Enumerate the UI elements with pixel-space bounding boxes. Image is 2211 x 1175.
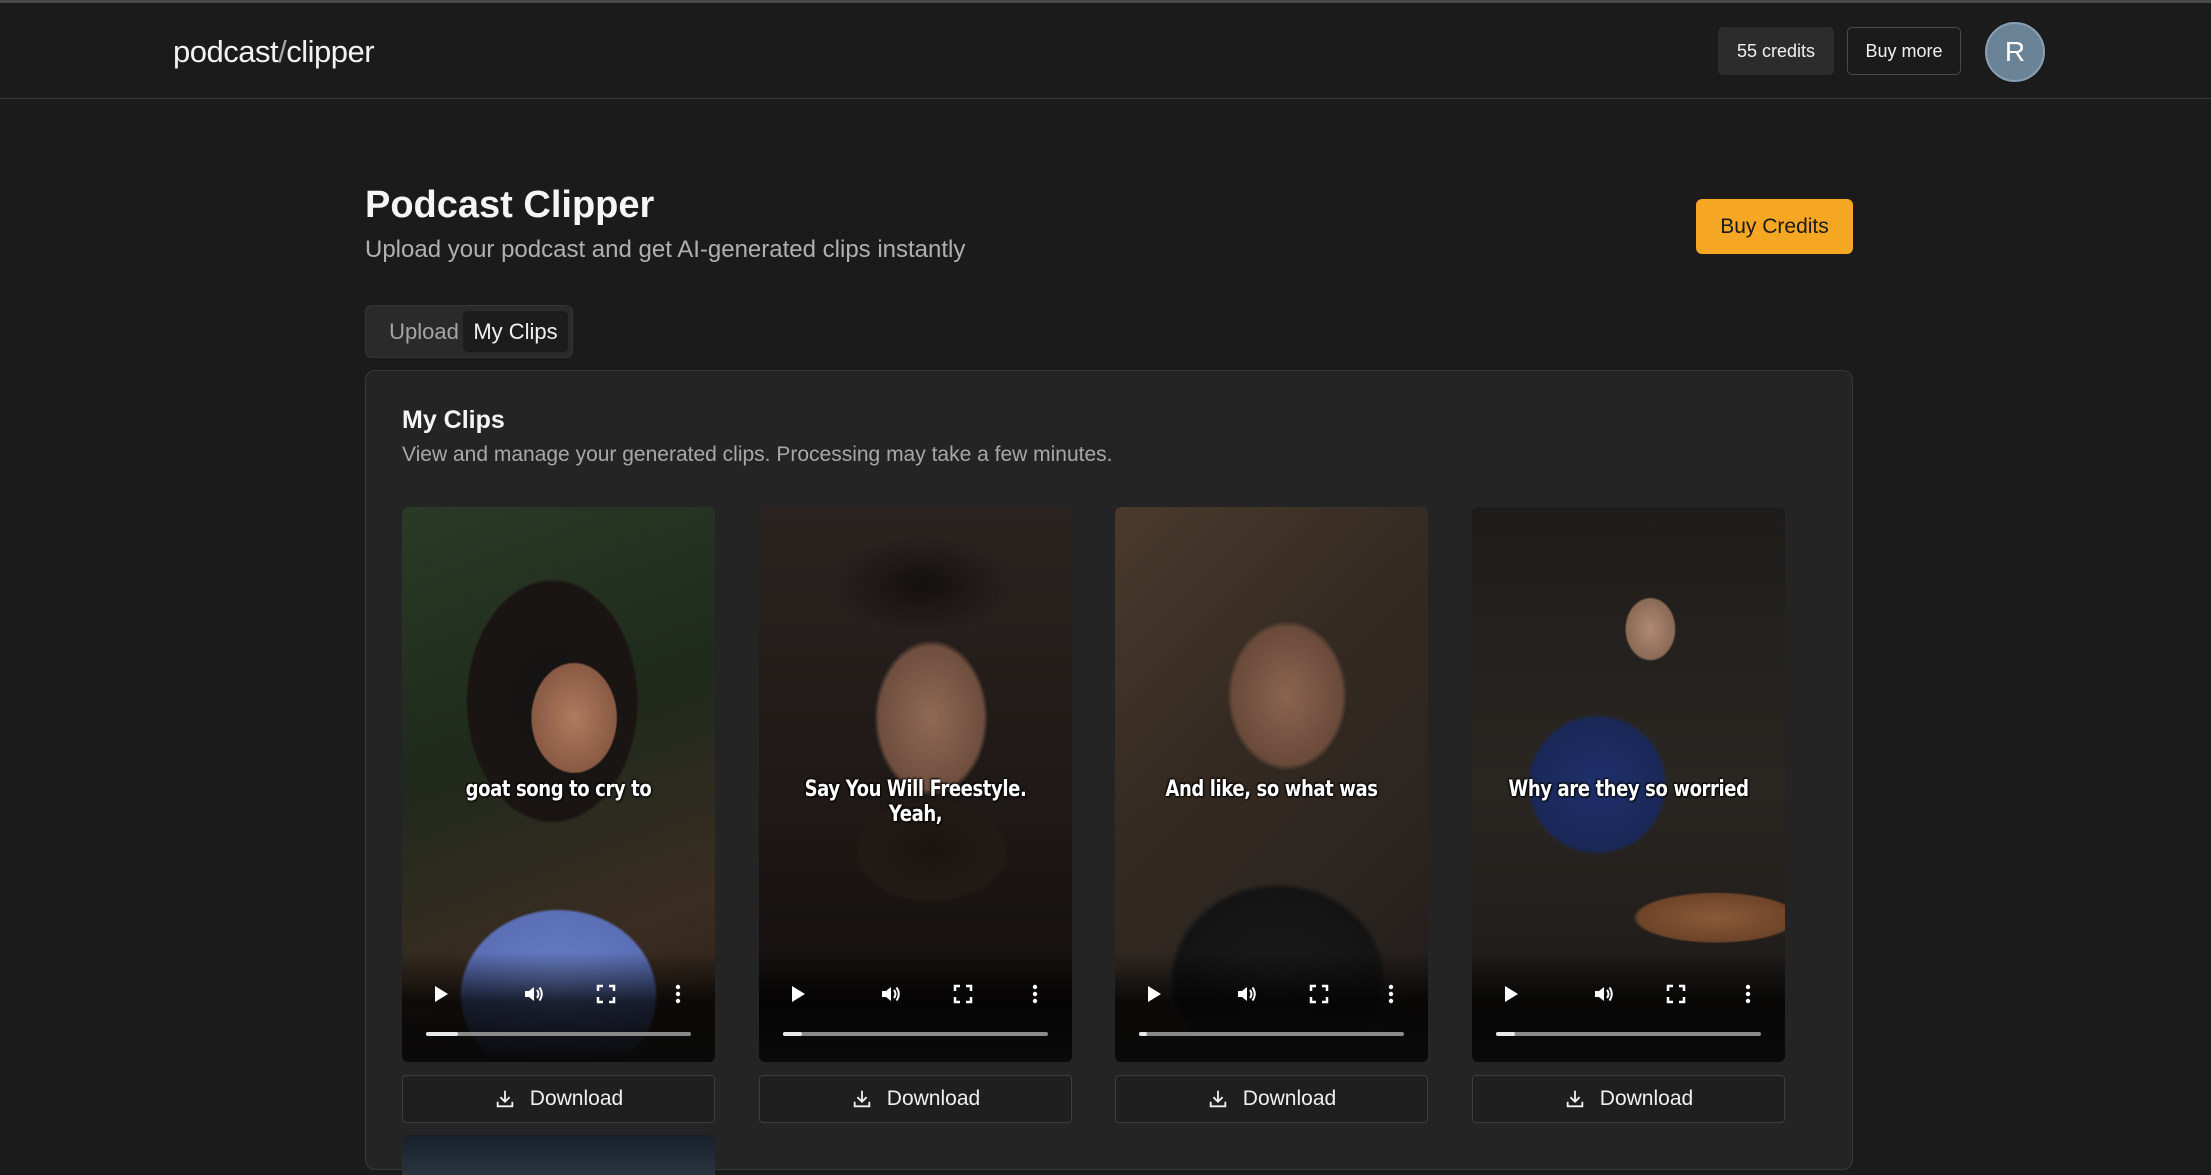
progress-fill bbox=[783, 1032, 802, 1036]
brand-logo[interactable]: podcast/clipper bbox=[173, 34, 375, 70]
brand-text-podcast: podcast bbox=[173, 34, 279, 69]
progress-fill bbox=[1496, 1032, 1515, 1036]
card-title: My Clips bbox=[402, 406, 505, 434]
progress-fill bbox=[426, 1032, 458, 1036]
clip-caption: goat song to cry to bbox=[465, 777, 652, 802]
card-description: View and manage your generated clips. Pr… bbox=[402, 443, 1113, 466]
play-icon[interactable] bbox=[1138, 979, 1168, 1009]
credits-badge: 55 credits bbox=[1718, 27, 1834, 75]
download-label: Download bbox=[1242, 1087, 1337, 1110]
video-player[interactable]: goat song to cry to bbox=[402, 507, 715, 1062]
progress-bar[interactable] bbox=[1496, 1032, 1761, 1036]
tab-upload[interactable]: Upload bbox=[371, 306, 477, 357]
clip-caption: Why are they so worried bbox=[1508, 777, 1749, 802]
more-options-icon[interactable] bbox=[663, 979, 693, 1009]
volume-icon[interactable] bbox=[876, 979, 906, 1009]
play-icon[interactable] bbox=[782, 979, 812, 1009]
download-icon bbox=[853, 1090, 871, 1108]
fullscreen-icon[interactable] bbox=[1304, 979, 1334, 1009]
clip-card: And like, so what was Download bbox=[1115, 507, 1428, 1123]
progress-bar[interactable] bbox=[426, 1032, 691, 1036]
page-subtitle: Upload your podcast and get AI-generated… bbox=[365, 236, 966, 263]
download-icon bbox=[1566, 1090, 1584, 1108]
clip-caption: And like, so what was bbox=[1165, 777, 1378, 802]
page-title: Podcast Clipper bbox=[365, 184, 655, 226]
volume-icon[interactable] bbox=[1232, 979, 1262, 1009]
fullscreen-icon[interactable] bbox=[1661, 979, 1691, 1009]
download-icon bbox=[496, 1090, 514, 1108]
brand-slash: / bbox=[278, 34, 287, 69]
volume-icon[interactable] bbox=[519, 979, 549, 1009]
clip-caption: Say You Will Freestyle. Yeah, bbox=[804, 777, 1027, 827]
more-options-icon[interactable] bbox=[1376, 979, 1406, 1009]
download-label: Download bbox=[529, 1087, 624, 1110]
play-icon[interactable] bbox=[1495, 979, 1525, 1009]
play-icon[interactable] bbox=[425, 979, 455, 1009]
download-label: Download bbox=[1599, 1087, 1694, 1110]
video-player[interactable]: And like, so what was bbox=[1115, 507, 1428, 1062]
tab-my-clips[interactable]: My Clips bbox=[463, 311, 568, 352]
volume-icon[interactable] bbox=[1589, 979, 1619, 1009]
buy-credits-button[interactable]: Buy Credits bbox=[1696, 199, 1853, 254]
fullscreen-icon[interactable] bbox=[948, 979, 978, 1009]
download-button[interactable]: Download bbox=[1472, 1075, 1785, 1123]
buy-more-button[interactable]: Buy more bbox=[1847, 27, 1961, 75]
clip-card: Why are they so worried Download bbox=[1472, 507, 1785, 1123]
download-button[interactable]: Download bbox=[759, 1075, 1072, 1123]
tab-list: Upload My Clips bbox=[365, 305, 573, 358]
navbar: podcast/clipper 55 credits Buy more R bbox=[0, 3, 2211, 99]
my-clips-card: My Clips View and manage your generated … bbox=[365, 370, 1853, 1175]
download-icon bbox=[1209, 1090, 1227, 1108]
more-options-icon[interactable] bbox=[1020, 979, 1050, 1009]
download-label: Download bbox=[886, 1087, 981, 1110]
more-options-icon[interactable] bbox=[1733, 979, 1763, 1009]
download-button[interactable]: Download bbox=[402, 1075, 715, 1123]
video-player[interactable]: Why are they so worried bbox=[1472, 507, 1785, 1062]
user-avatar[interactable]: R bbox=[1985, 22, 2045, 82]
video-player[interactable]: Say You Will Freestyle. Yeah, bbox=[759, 507, 1072, 1062]
progress-bar[interactable] bbox=[783, 1032, 1048, 1036]
video-player[interactable] bbox=[402, 1135, 715, 1175]
clip-card: Say You Will Freestyle. Yeah, Download bbox=[759, 507, 1072, 1123]
progress-fill bbox=[1139, 1032, 1147, 1036]
progress-bar[interactable] bbox=[1139, 1032, 1404, 1036]
brand-text-clipper: clipper bbox=[286, 34, 375, 69]
download-button[interactable]: Download bbox=[1115, 1075, 1428, 1123]
clip-card: goat song to cry to Download bbox=[402, 507, 715, 1123]
fullscreen-icon[interactable] bbox=[591, 979, 621, 1009]
